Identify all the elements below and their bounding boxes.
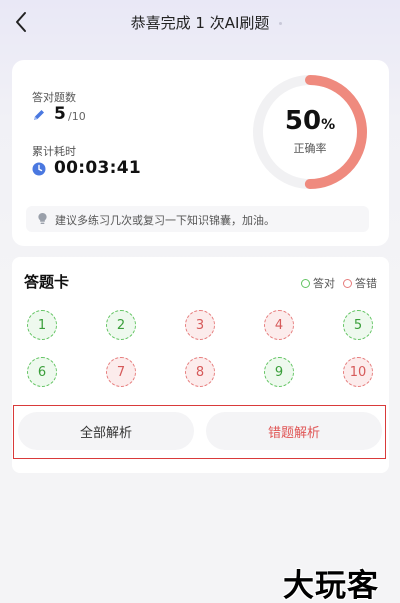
page-title: 恭喜完成 1 次AI刷题 bbox=[130, 14, 270, 32]
wrong-analysis-button[interactable]: 错题解析 bbox=[206, 412, 382, 450]
clock-icon bbox=[32, 162, 46, 176]
question-5-correct[interactable]: 5 bbox=[343, 310, 373, 340]
time-spent-value: 00:03:41 bbox=[54, 158, 141, 178]
decorative-dot bbox=[279, 22, 282, 25]
question-7-wrong[interactable]: 7 bbox=[106, 357, 136, 387]
answer-card: 答题卡 答对 答错 1 2 3 4 5 6 7 8 9 10 全部解析 错题解析 bbox=[12, 257, 389, 473]
question-3-wrong[interactable]: 3 bbox=[185, 310, 215, 340]
accuracy-label: 正确率 bbox=[293, 142, 327, 155]
legend-wrong-dot-icon bbox=[343, 278, 352, 288]
answer-card-title: 答题卡 bbox=[24, 273, 70, 291]
accuracy-number: 50 bbox=[284, 106, 322, 136]
all-analysis-button[interactable]: 全部解析 bbox=[18, 412, 194, 450]
question-8-wrong[interactable]: 8 bbox=[185, 357, 215, 387]
legend-wrong: 答错 bbox=[343, 275, 377, 291]
legend-correct: 答对 bbox=[301, 275, 335, 291]
question-9-correct[interactable]: 9 bbox=[264, 357, 294, 387]
answer-legend: 答对 答错 bbox=[293, 275, 377, 291]
result-summary-card: 答对题数 5 /10 累计耗时 00:03:41 50% 正确率 建议多练习几次… bbox=[12, 60, 389, 246]
bulb-icon bbox=[38, 213, 47, 224]
legend-correct-dot-icon bbox=[301, 278, 310, 288]
watermark-logo: 大玩客 bbox=[283, 568, 379, 603]
question-6-correct[interactable]: 6 bbox=[27, 357, 57, 387]
time-spent-label: 累计耗时 bbox=[32, 145, 76, 158]
question-total: /10 bbox=[68, 110, 86, 123]
tip-text: 建议多练习几次或复习一下知识锦囊，加油。 bbox=[55, 214, 275, 227]
question-4-wrong[interactable]: 4 bbox=[264, 310, 294, 340]
legend-wrong-label: 答错 bbox=[355, 277, 377, 290]
top-bar: 恭喜完成 1 次AI刷题 bbox=[0, 0, 400, 46]
legend-correct-label: 答对 bbox=[313, 277, 335, 290]
question-2-correct[interactable]: 2 bbox=[106, 310, 136, 340]
analysis-actions-highlight: 全部解析 错题解析 bbox=[13, 405, 386, 459]
tip-banner: 建议多练习几次或复习一下知识锦囊，加油。 bbox=[26, 206, 369, 232]
accuracy-unit: % bbox=[321, 117, 336, 133]
pencil-icon bbox=[34, 110, 44, 120]
question-10-wrong[interactable]: 10 bbox=[343, 357, 373, 387]
correct-count-value: 5 bbox=[54, 104, 66, 124]
correct-count-label: 答对题数 bbox=[32, 91, 76, 104]
accuracy-value: 50% bbox=[250, 106, 370, 136]
question-1-correct[interactable]: 1 bbox=[27, 310, 57, 340]
